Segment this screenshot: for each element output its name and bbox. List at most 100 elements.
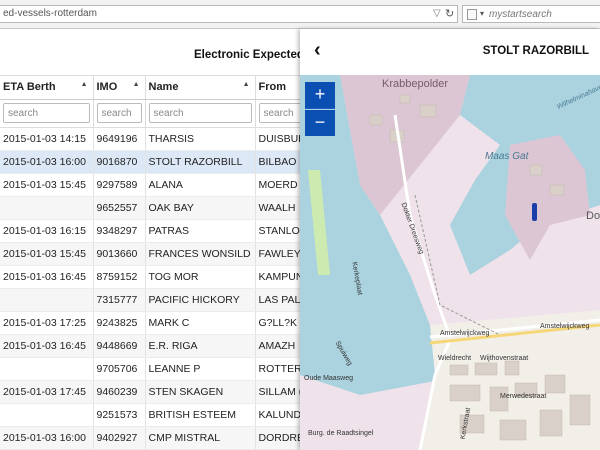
from-cell: MOERD	[255, 173, 300, 197]
column-header-from[interactable]: From	[255, 75, 300, 100]
sort-icon[interactable]: ▲	[243, 81, 250, 88]
sort-icon[interactable]: ▲	[133, 81, 140, 88]
page-title: Electronic Expected V	[194, 49, 315, 61]
map-label-street: Amstelwijckweg	[540, 323, 590, 330]
browser-chrome: ed-vessels-rotterdam ▽ ↻ ▾ mystartsearch	[0, 0, 600, 29]
from-cell: AMAZH	[255, 334, 300, 358]
column-header-imo[interactable]: IMO ▲	[93, 75, 146, 100]
eta-cell: 2015-01-03 16:45	[0, 334, 94, 358]
from-cell: DUISBUR	[255, 127, 300, 151]
imo-cell: 9251573	[93, 403, 146, 427]
vessels-table-body: 2015-01-03 14:159649196THARSISDUISBUR201…	[0, 127, 300, 450]
map-canvas[interactable]	[300, 75, 600, 450]
zoom-in-button[interactable]: +	[305, 82, 335, 109]
table-row[interactable]: 2015-01-03 15:45 9297589 ALANA MOERD	[0, 173, 300, 197]
name-cell: OAK BAY	[145, 196, 256, 220]
eta-cell: 2015-01-03 15:45	[0, 173, 94, 197]
address-bar[interactable]: ed-vessels-rotterdam ▽ ↻	[0, 5, 458, 23]
imo-cell: 9016870	[93, 150, 146, 174]
name-cell: PACIFIC HICKORY	[145, 288, 256, 312]
panel-header: ‹ STOLT RAZORBILL	[300, 29, 600, 76]
eta-cell	[0, 357, 94, 381]
vessel-marker[interactable]	[532, 203, 537, 221]
vessel-map-panel: ‹ STOLT RAZORBILL Krabbepolder Maas Gat …	[300, 29, 600, 450]
name-cell: MARK C	[145, 311, 256, 335]
imo-cell: 9448669	[93, 334, 146, 358]
imo-cell: 8759152	[93, 265, 146, 289]
map-label-dock: Do	[586, 210, 600, 222]
search-engine-icon[interactable]	[467, 9, 477, 20]
zoom-out-button[interactable]: −	[305, 110, 335, 136]
imo-cell: 9460239	[93, 380, 146, 404]
from-filter-input[interactable]	[258, 103, 300, 123]
table-row[interactable]: 2015-01-03 17:25 9243825 MARK C G?LL?K	[0, 311, 300, 335]
eta-cell: 2015-01-03 16:00	[0, 150, 94, 174]
from-cell: FAWLEY	[255, 242, 300, 266]
chevron-left-icon[interactable]: ‹	[314, 39, 321, 62]
name-cell: PATRAS	[145, 219, 256, 243]
map[interactable]: Krabbepolder Maas Gat Wilhelminahaven Am…	[300, 75, 600, 450]
table-row[interactable]: 2015-01-03 16:00 9016870 STOLT RAZORBILL BI…	[0, 150, 300, 174]
imo-filter-input[interactable]	[96, 103, 142, 123]
eta-cell	[0, 196, 94, 220]
table-row[interactable]: 2015-01-03 15:45 9013660 FRANCES WONSILD FA…	[0, 242, 300, 266]
search-engine-dropdown-icon[interactable]: ▾	[480, 9, 484, 18]
from-cell: KAMPUN	[255, 265, 300, 289]
table-row[interactable]: 2015-01-03 16:45 9448669 E.R. RIGA AMAZH	[0, 334, 300, 358]
from-cell: ROTTER	[255, 357, 300, 381]
url-text: ed-vessels-rotterdam	[3, 8, 97, 19]
imo-cell: 9243825	[93, 311, 146, 335]
eta-cell	[0, 288, 94, 312]
eta-cell: 2015-01-03 14:15	[0, 127, 94, 151]
name-cell: CMP MISTRAL	[145, 426, 256, 450]
map-label-street: Burg. de Raadtsingel	[308, 430, 374, 437]
imo-cell: 9652557	[93, 196, 146, 220]
table-row[interactable]: 2015-01-03 17:45 9460239 STEN SKAGEN SILLAM…	[0, 380, 300, 404]
from-cell: SILLAM (	[255, 380, 300, 404]
table-row[interactable]: 2015-01-03 14:159649196THARSISDUISBUR	[0, 127, 300, 151]
table-row[interactable]: 9652557 OAK BAY WAALH	[0, 196, 300, 220]
column-header-name[interactable]: Name ▲	[145, 75, 256, 100]
name-cell: ALANA	[145, 173, 256, 197]
imo-cell: 9649196	[93, 127, 146, 151]
search-placeholder: mystartsearch	[489, 9, 552, 20]
vessels-table-container: ETA Berth▲ IMO▲ Name▲ From 2015-01-03 14…	[0, 75, 300, 450]
search-bar[interactable]: ▾ mystartsearch	[462, 5, 600, 23]
eta-cell	[0, 403, 94, 427]
eta-berth-filter-input[interactable]	[3, 103, 90, 123]
panel-title: STOLT RAZORBILL	[482, 45, 589, 57]
table-row[interactable]: 2015-01-03 16:15 9348297 PATRAS STANLO	[0, 219, 300, 243]
eta-cell: 2015-01-03 17:45	[0, 380, 94, 404]
name-cell: TOG MOR	[145, 265, 256, 289]
imo-cell: 9297589	[93, 173, 146, 197]
eta-cell: 2015-01-03 15:45	[0, 242, 94, 266]
table-row[interactable]: 2015-01-03 16:00 9402927 CMP MISTRAL DORDRE	[0, 426, 300, 450]
name-filter-input[interactable]	[148, 103, 252, 123]
table-row[interactable]: 9705706 LEANNE P ROTTER	[0, 357, 300, 381]
sort-icon[interactable]: ▲	[81, 81, 88, 88]
imo-cell: 7315777	[93, 288, 146, 312]
name-cell: STEN SKAGEN	[145, 380, 256, 404]
map-label-street: Wijthovenstraat	[480, 355, 529, 362]
from-cell: LAS PAL	[255, 288, 300, 312]
table-row[interactable]: 7315777 PACIFIC HICKORY LAS PAL	[0, 288, 300, 312]
from-cell: WAALH	[255, 196, 300, 220]
name-cell: STOLT RAZORBILL	[145, 150, 256, 174]
map-label-street: Merwedestraat	[500, 393, 547, 400]
url-dropdown-icon[interactable]: ▽	[433, 8, 441, 19]
name-cell: E.R. RIGA	[145, 334, 256, 358]
map-label-street: Amstelwijckweg	[440, 330, 490, 337]
from-cell: BILBAO (	[255, 150, 300, 174]
name-cell: BRITISH ESTEEM	[145, 403, 256, 427]
table-row[interactable]: 9251573 BRITISH ESTEEM KALUND	[0, 403, 300, 427]
eta-cell: 2015-01-03 16:45	[0, 265, 94, 289]
reload-icon[interactable]: ↻	[445, 7, 454, 20]
table-row[interactable]: 2015-01-03 16:45 8759152 TOG MOR KAMPUN	[0, 265, 300, 289]
column-header-eta-berth[interactable]: ETA Berth ▲	[0, 75, 94, 100]
map-label-street: Wieldrecht	[438, 355, 472, 362]
imo-cell: 9705706	[93, 357, 146, 381]
map-label-harbour: Maas Gat	[485, 151, 529, 162]
name-cell: FRANCES WONSILD	[145, 242, 256, 266]
from-cell: KALUND	[255, 403, 300, 427]
from-cell: DORDRE	[255, 426, 300, 450]
